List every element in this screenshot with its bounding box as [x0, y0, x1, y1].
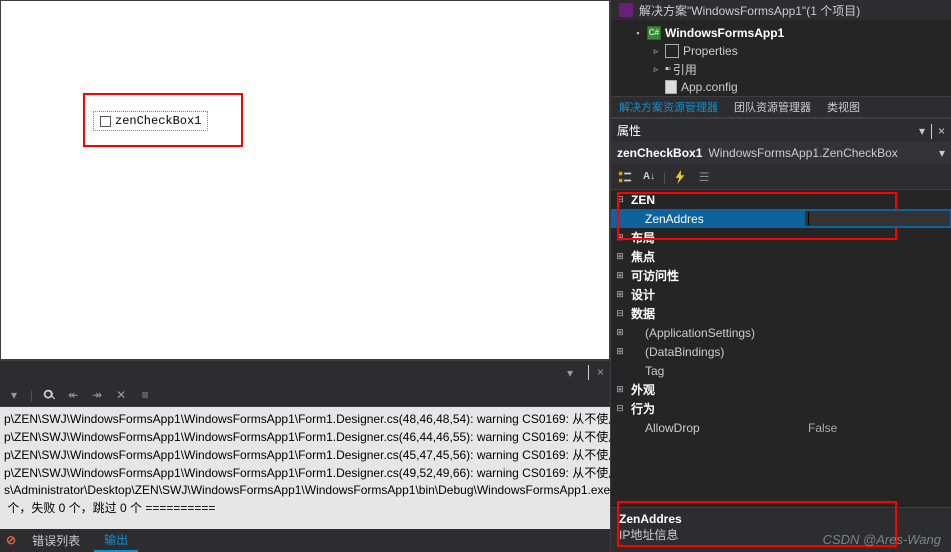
references-node[interactable]: ▹ ▪▫ 引用	[647, 60, 951, 78]
node-label: App.config	[681, 80, 738, 94]
csharp-project-icon: C#	[647, 26, 661, 40]
tab-error-list[interactable]: 错误列表	[22, 530, 90, 551]
solution-icon	[619, 3, 633, 17]
properties-toolbar: A↓ | ☰	[611, 164, 951, 190]
wrap-icon[interactable]: ≡	[137, 387, 153, 403]
category-data[interactable]: ⊟数据	[611, 304, 951, 323]
collapse-icon[interactable]: ⊟	[611, 194, 629, 205]
goto-prev-icon[interactable]: ↞	[65, 387, 81, 403]
find-icon[interactable]	[41, 387, 57, 403]
expand-icon[interactable]: ⊞	[611, 327, 629, 338]
form-designer-canvas[interactable]: zenCheckBox1	[0, 0, 610, 360]
checkbox-icon	[100, 116, 111, 127]
tab-output[interactable]: 输出	[94, 529, 138, 552]
project-node[interactable]: ▪ C# WindowsFormsApp1	[629, 24, 951, 42]
category-focus[interactable]: ⊞焦点	[611, 247, 951, 266]
error-icon: ⊘	[6, 533, 16, 547]
node-label: 引用	[673, 61, 697, 78]
property-pages-icon[interactable]: ☰	[694, 167, 714, 187]
expander-icon[interactable]: ▹	[651, 46, 661, 57]
expand-icon[interactable]: ⊞	[611, 251, 629, 262]
chevron-down-icon[interactable]: ▾	[939, 146, 945, 160]
output-toolbar: ▾ | ↞ ↠ ✕ ≡	[0, 383, 610, 407]
collapse-icon[interactable]: ⊟	[611, 308, 629, 319]
collapse-icon[interactable]: ⊟	[611, 403, 629, 414]
properties-object-selector[interactable]: zenCheckBox1 WindowsFormsApp1.ZenCheckBo…	[611, 142, 951, 164]
goto-next-icon[interactable]: ↠	[89, 387, 105, 403]
property-value: False	[804, 421, 951, 435]
output-text[interactable]: p\ZEN\SWJ\WindowsFormsApp1\WindowsFormsA…	[0, 407, 610, 529]
description-name: ZenAddres	[619, 512, 943, 526]
dropdown-icon[interactable]: ▾	[567, 366, 580, 379]
tab-team-explorer[interactable]: 团队资源管理器	[726, 97, 819, 117]
category-behavior[interactable]: ⊟行为	[611, 399, 951, 418]
clear-icon[interactable]: ✕	[113, 387, 129, 403]
alphabetical-icon[interactable]: A↓	[639, 167, 659, 187]
tab-solution-explorer[interactable]: 解决方案资源管理器	[611, 97, 726, 117]
properties-panel-header: 属性 ▾ ×	[611, 118, 951, 142]
appconfig-node[interactable]: App.config	[647, 78, 951, 96]
pin-icon[interactable]	[588, 365, 589, 379]
categorized-icon[interactable]	[615, 167, 635, 187]
project-name: WindowsFormsApp1	[665, 26, 784, 40]
node-label: Properties	[683, 44, 738, 58]
tab-class-view[interactable]: 类视图	[819, 97, 868, 117]
references-icon: ▪▫	[665, 63, 669, 75]
expand-icon[interactable]: ⊞	[611, 384, 629, 395]
pin-icon[interactable]	[931, 124, 932, 138]
expand-icon[interactable]: ⊞	[611, 270, 629, 281]
category-zen[interactable]: ⊟ZEN	[611, 190, 951, 209]
expander-icon[interactable]: ▪	[633, 28, 643, 38]
expand-icon[interactable]: ⊞	[611, 346, 629, 357]
property-allow-drop[interactable]: AllowDropFalse	[611, 418, 951, 437]
property-grid[interactable]: ⊟ZEN ZenAddres ⊞布局 ⊞焦点 ⊞可访问性 ⊞设计 ⊟数据 ⊞(A…	[611, 190, 951, 507]
events-icon[interactable]	[670, 167, 690, 187]
output-header: ▾ ×	[0, 361, 610, 383]
selected-object-type: WindowsFormsApp1.ZenCheckBox	[708, 146, 897, 160]
category-design[interactable]: ⊞设计	[611, 285, 951, 304]
selected-object-name: zenCheckBox1	[617, 146, 702, 160]
property-data-bindings[interactable]: ⊞(DataBindings)	[611, 342, 951, 361]
dropdown-icon[interactable]: ▾	[919, 124, 925, 138]
solution-header: 解决方案"WindowsFormsApp1"(1 个项目)	[611, 0, 951, 20]
close-icon[interactable]: ×	[938, 124, 945, 138]
dropdown-icon[interactable]: ▾	[6, 387, 22, 403]
config-file-icon	[665, 80, 677, 94]
wrench-icon	[665, 44, 679, 58]
solution-title: 解决方案"WindowsFormsApp1"(1 个项目)	[639, 2, 860, 19]
solution-tree[interactable]: ▪ C# WindowsFormsApp1 ▹ Properties ▹ ▪▫ …	[611, 20, 951, 96]
expand-icon[interactable]: ⊞	[611, 232, 629, 243]
properties-node[interactable]: ▹ Properties	[647, 42, 951, 60]
property-tag[interactable]: Tag	[611, 361, 951, 380]
property-zen-address[interactable]: ZenAddres	[611, 209, 951, 228]
watermark: CSDN @Ares-Wang	[823, 532, 941, 547]
zen-checkbox-control[interactable]: zenCheckBox1	[93, 111, 208, 131]
category-accessibility[interactable]: ⊞可访问性	[611, 266, 951, 285]
expander-icon[interactable]: ▹	[651, 64, 661, 75]
property-value-editor[interactable]	[804, 210, 951, 227]
control-label: zenCheckBox1	[115, 114, 201, 128]
property-app-settings[interactable]: ⊞(ApplicationSettings)	[611, 323, 951, 342]
close-icon[interactable]: ×	[597, 365, 604, 379]
category-layout[interactable]: ⊞布局	[611, 228, 951, 247]
panel-title: 属性	[617, 122, 641, 139]
category-appearance[interactable]: ⊞外观	[611, 380, 951, 399]
expand-icon[interactable]: ⊞	[611, 289, 629, 300]
